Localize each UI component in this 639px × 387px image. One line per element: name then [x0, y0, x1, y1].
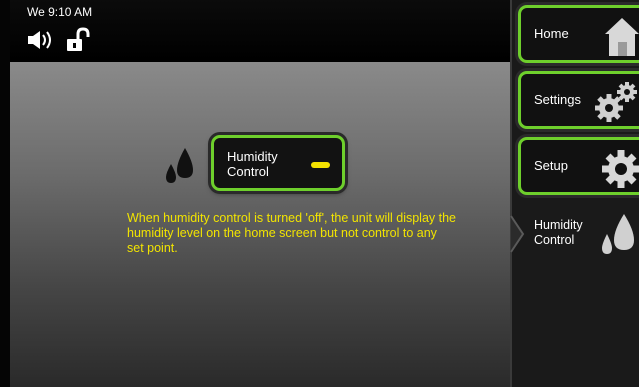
sidebar-item-settings[interactable]: Settings: [518, 71, 639, 129]
sidebar-item-label: Home: [534, 26, 569, 41]
active-pointer-icon: [509, 214, 525, 259]
sidebar-item-label: Settings: [534, 92, 581, 107]
thermostat-screen: We 9:10 AM Humidity Control When humidit…: [0, 0, 639, 387]
humidity-help-text: When humidity control is turned 'off', t…: [127, 211, 457, 255]
left-bezel: [0, 0, 10, 387]
sidebar-item-home[interactable]: Home: [518, 5, 639, 63]
gears-icon: [591, 80, 639, 131]
status-bar: We 9:10 AM: [10, 0, 510, 60]
house-icon: [605, 14, 639, 63]
sidebar-item-setup[interactable]: Setup: [518, 137, 639, 195]
humidity-control-label: Humidity Control: [227, 149, 278, 179]
humidity-control-toggle-button[interactable]: Humidity Control: [211, 135, 345, 191]
gear-icon: [599, 146, 639, 197]
speaker-icon[interactable]: [27, 29, 59, 56]
off-indicator-icon: [311, 162, 330, 168]
clock-time: We 9:10 AM: [27, 5, 93, 19]
sidebar-item-label: Setup: [534, 158, 568, 173]
water-drops-icon: [600, 212, 636, 261]
sidebar-item-humidity-control[interactable]: Humidity Control: [534, 218, 596, 248]
unlocked-padlock-icon[interactable]: [66, 27, 90, 58]
water-drops-icon: [163, 146, 197, 191]
